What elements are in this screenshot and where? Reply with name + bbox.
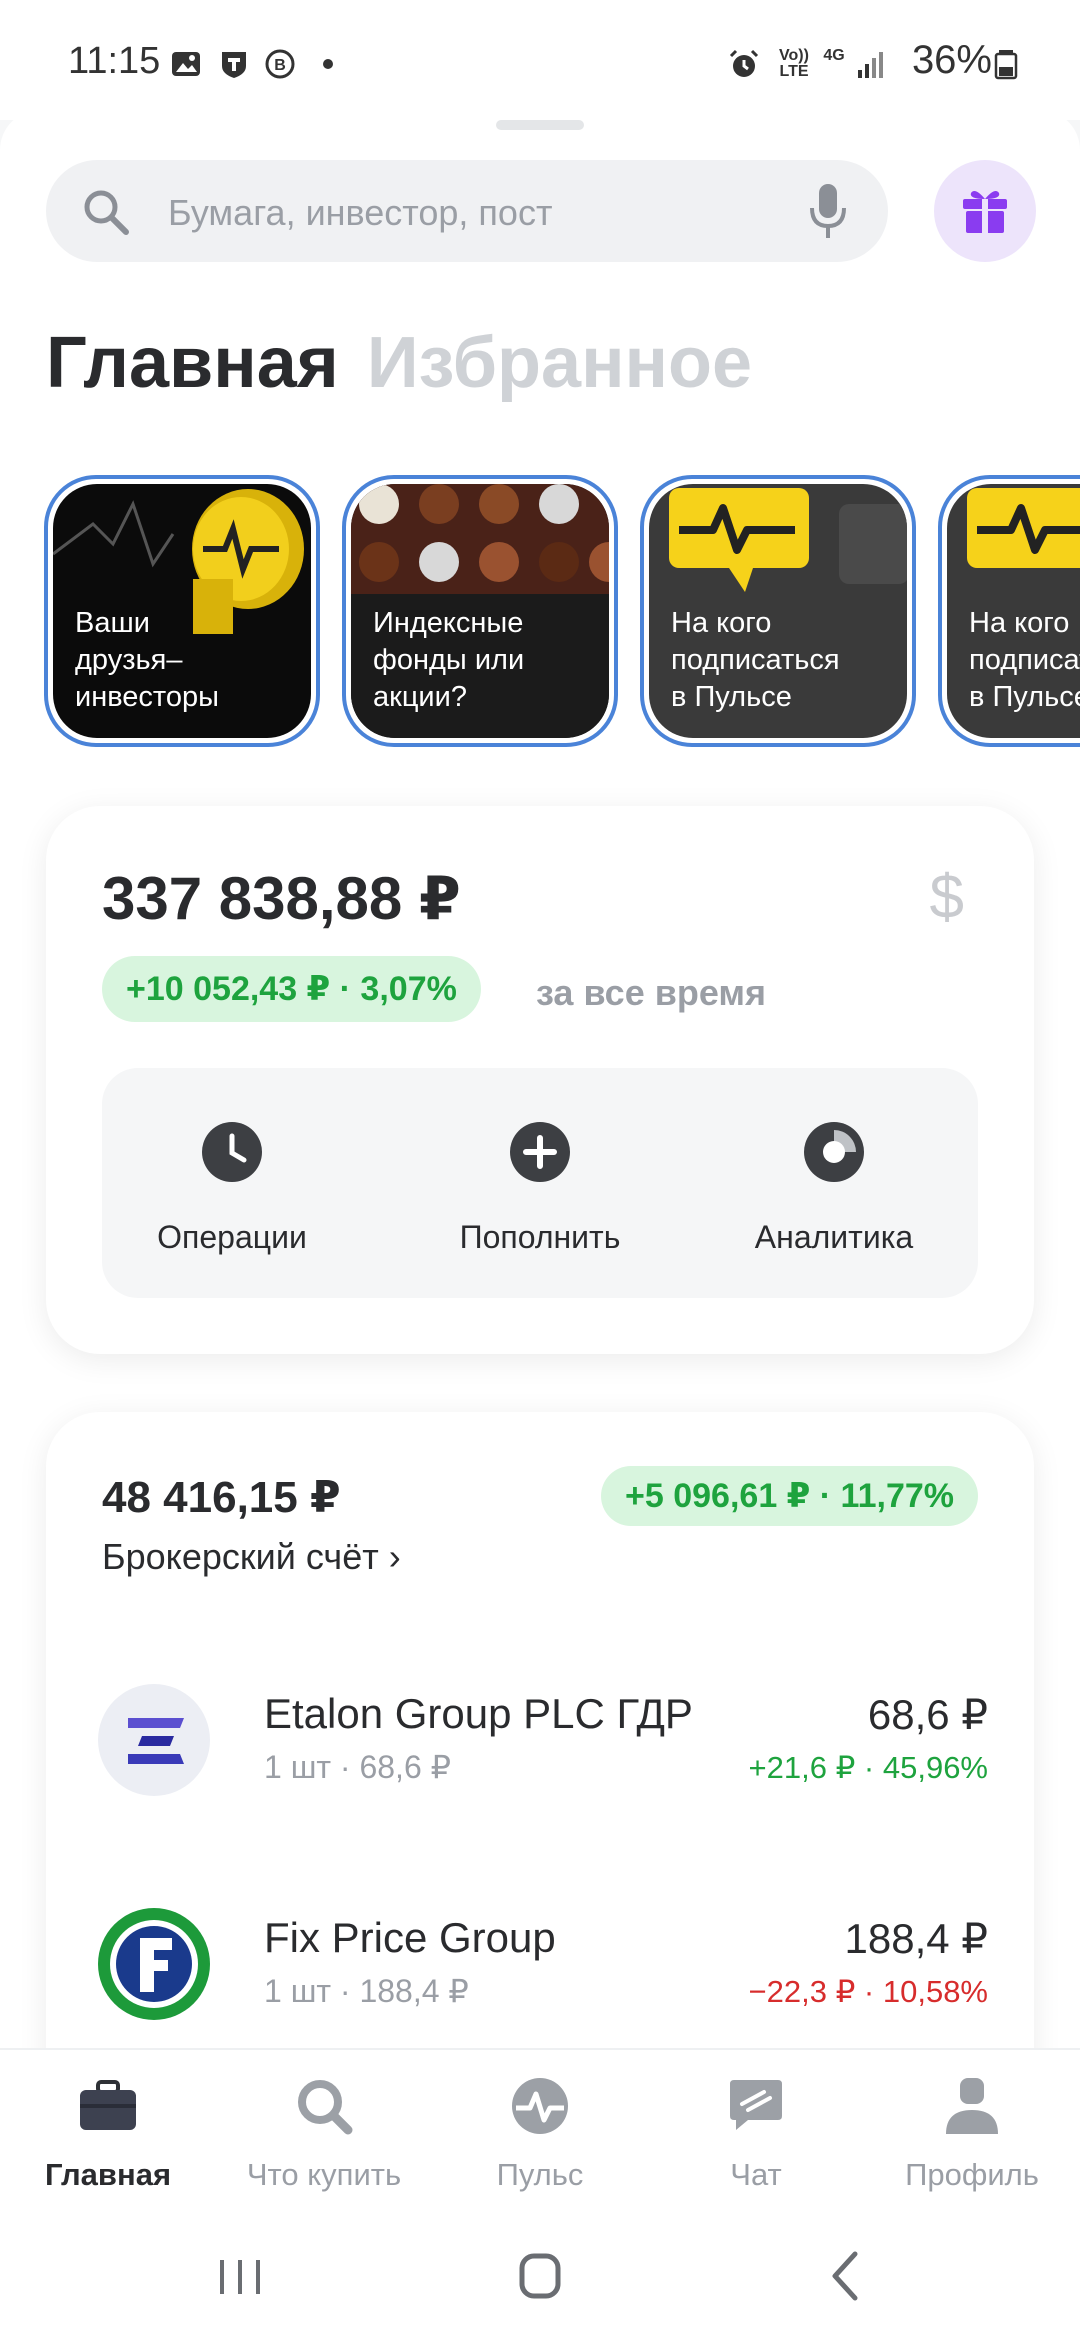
pulse-icon	[512, 2078, 568, 2134]
bottom-tab-bar: Главная Что купить Пульс Чат Профиль	[0, 2048, 1080, 2208]
signal-icon	[858, 52, 883, 78]
asset-name: Etalon Group PLC ГДР	[264, 1690, 693, 1737]
story-image: На кого подписаться в Пульсе	[649, 484, 907, 738]
bottom-tab-label: Профиль	[905, 2157, 1039, 2192]
battery-percent: 36%	[911, 38, 992, 82]
asset-name: Fix Price Group	[264, 1914, 556, 1961]
alarm-icon	[729, 49, 759, 77]
story-card[interactable]: На кого подписаться в Пульсе	[640, 475, 916, 747]
home-icon[interactable]	[500, 2240, 580, 2310]
header-tabs: Главная Избранное	[46, 322, 780, 404]
bottom-tab-label: Пульс	[496, 2157, 584, 2192]
broker-account-link[interactable]: Брокерский счёт ›	[102, 1536, 401, 1578]
broker-value: 48 416,15 ₽	[102, 1473, 341, 1522]
portfolio-total: 337 838,88 ₽	[102, 865, 461, 932]
status-bar: 11:15 B Vo)) LTE 4G 36%	[0, 0, 1080, 120]
briefcase-icon	[80, 2080, 136, 2130]
status-time: 11:15	[68, 40, 161, 82]
asset-change: +21,6 ₽ · 45,96%	[748, 1750, 988, 1785]
top-up-label: Пополнить	[459, 1219, 621, 1255]
top-up-button[interactable]: Пополнить	[410, 1120, 670, 1256]
asset-row[interactable]: Etalon Group PLC ГДР 1 шт · 68,6 ₽ 68,6 …	[46, 1684, 1034, 1824]
bottom-tab-main[interactable]: Главная	[0, 2074, 216, 2193]
stories-carousel: Ваши друзья– инвесторы Индексные фонды и…	[44, 475, 1080, 750]
asset-row[interactable]: Fix Price Group 1 шт · 188,4 ₽ 188,4 ₽ −…	[46, 1908, 1034, 2048]
dot-icon	[323, 59, 333, 69]
bottom-tab-profile[interactable]: Профиль	[864, 2074, 1080, 2193]
story-card[interactable]: Ваши друзья– инвесторы	[44, 475, 320, 747]
chat-icon	[730, 2080, 782, 2130]
fix-price-logo	[98, 1908, 210, 2020]
story-card[interactable]: На кого подписаться в Пульсе	[938, 475, 1080, 747]
analytics-button[interactable]: Аналитика	[704, 1120, 964, 1256]
portfolio-card: 337 838,88 ₽ $ +10 052,43 ₽ · 3,07% за в…	[46, 806, 1034, 1354]
network-4g-indicator: 4G	[823, 47, 845, 64]
story-label: Индексные фонды или акции?	[373, 607, 525, 713]
image-icon	[172, 52, 200, 76]
t-app-icon	[222, 52, 246, 78]
plus-icon	[510, 1122, 570, 1182]
recent-apps-icon[interactable]	[200, 2240, 280, 2310]
gift-icon	[963, 191, 1007, 233]
story-image: Индексные фонды или акции?	[351, 484, 609, 738]
etalon-logo	[98, 1684, 210, 1796]
mic-icon[interactable]	[808, 182, 848, 242]
back-icon[interactable]	[805, 2240, 885, 2310]
story-image: На кого подписаться в Пульсе	[947, 484, 1080, 738]
search-icon	[298, 2080, 353, 2135]
operations-button[interactable]: Операции	[102, 1120, 362, 1256]
clock-icon	[202, 1122, 262, 1182]
currency-toggle[interactable]: $	[930, 862, 964, 933]
bottom-tab-pulse[interactable]: Пульс	[432, 2074, 648, 2193]
search-placeholder: Бумага, инвестор, пост	[168, 192, 553, 233]
bottom-tab-label: Что купить	[246, 2157, 402, 2192]
search-icon	[84, 190, 129, 235]
fix-price-logo-icon	[110, 1920, 198, 2008]
system-nav-bar	[0, 2208, 1080, 2340]
volte-indicator: Vo)) LTE	[779, 47, 809, 80]
profile-icon	[946, 2078, 998, 2134]
tab-main[interactable]: Главная	[46, 323, 339, 403]
svg-text:B: B	[274, 57, 286, 74]
asset-price: 188,4 ₽	[844, 1915, 989, 1962]
portfolio-actions: Операции Пополнить Аналитика	[102, 1068, 978, 1298]
bottom-tab-chat[interactable]: Чат	[648, 2074, 864, 2193]
bottom-tab-what-to-buy[interactable]: Что купить	[216, 2074, 432, 2193]
pie-icon	[804, 1122, 864, 1182]
story-label: На кого подписаться в Пульсе	[671, 607, 840, 713]
asset-quantity: 1 шт · 68,6 ₽	[264, 1749, 451, 1785]
story-card[interactable]: Индексные фонды или акции?	[342, 475, 618, 747]
bottom-tab-label: Главная	[44, 2157, 172, 2192]
asset-change: −22,3 ₽ · 10,58%	[748, 1974, 988, 2009]
asset-quantity: 1 шт · 188,4 ₽	[264, 1973, 469, 2009]
asset-price: 68,6 ₽	[867, 1691, 988, 1738]
tab-favorites[interactable]: Избранное	[367, 323, 752, 403]
broker-change-badge: +5 096,61 ₽ · 11,77%	[601, 1466, 978, 1526]
etalon-logo-icon	[128, 1718, 184, 1764]
battery-icon	[994, 50, 1018, 80]
story-label: На кого подписаться в Пульсе	[969, 607, 1080, 713]
story-image: Ваши друзья– инвесторы	[53, 484, 311, 738]
vk-icon: B	[265, 49, 295, 79]
sheet-handle[interactable]	[496, 120, 584, 130]
analytics-label: Аналитика	[754, 1219, 914, 1255]
operations-label: Операции	[157, 1219, 307, 1255]
gift-button[interactable]	[934, 160, 1036, 262]
period-label[interactable]: за все время	[536, 972, 766, 1014]
portfolio-change-badge: +10 052,43 ₽ · 3,07%	[102, 956, 481, 1022]
broker-account-card: 48 416,15 ₽ +5 096,61 ₽ · 11,77% Брокерс…	[46, 1412, 1034, 2112]
bottom-tab-label: Чат	[730, 2157, 782, 2192]
search-bar[interactable]: Бумага, инвестор, пост	[46, 160, 888, 262]
story-label: Ваши друзья– инвесторы	[75, 607, 219, 713]
